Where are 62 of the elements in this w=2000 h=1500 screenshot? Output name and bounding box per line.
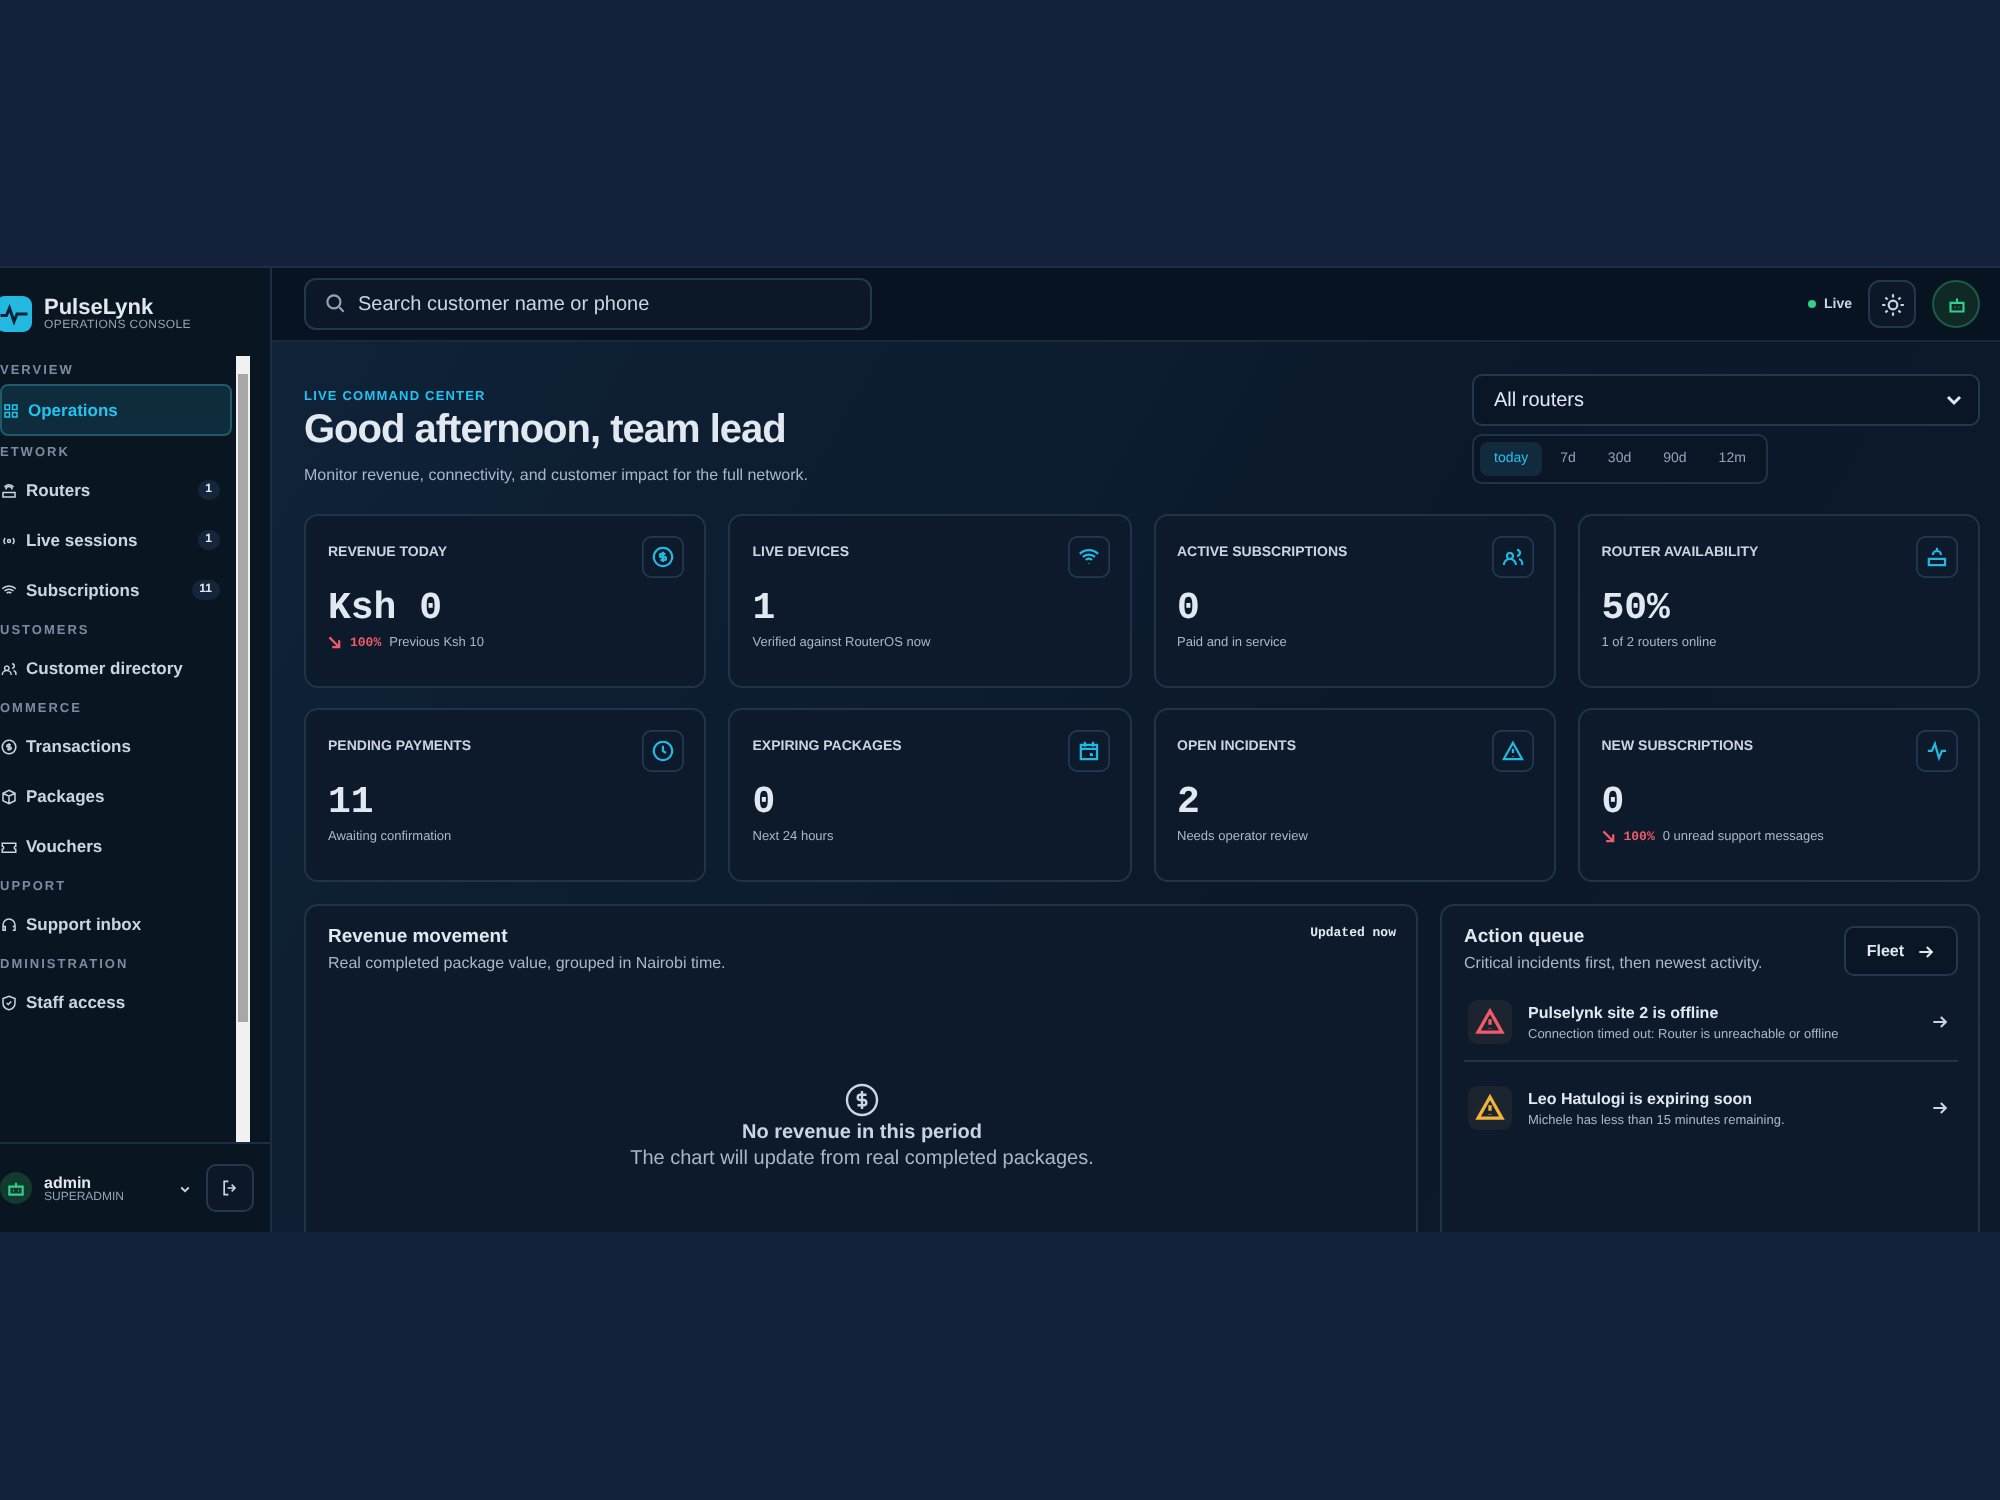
- nav-icon: [0, 481, 18, 499]
- panel-subtitle: Critical incidents first, then newest activity.: [1464, 954, 1763, 972]
- nav-item[interactable]: Transactions: [0, 722, 232, 770]
- dollar-icon: [844, 1082, 880, 1118]
- panel-title: Action queue: [1464, 926, 1587, 948]
- brand-name: PulseLynk: [44, 296, 154, 320]
- nav-item[interactable]: Customer directory: [0, 644, 232, 692]
- search-icon: [322, 290, 348, 316]
- panel-title: Revenue movement: [328, 926, 510, 948]
- metric-value: 0: [1601, 780, 1627, 824]
- arrow-right-icon: [1916, 941, 1936, 961]
- queue-item-title: Pulselynk site 2 is offline: [1528, 1003, 1721, 1021]
- nav-item[interactable]: Staff access: [0, 978, 232, 1026]
- metric-value: 50%: [1601, 586, 1672, 630]
- metric-value: 0: [1177, 586, 1202, 630]
- clock-icon: [642, 730, 685, 772]
- empty-title: No revenue in this period: [741, 1122, 983, 1144]
- sun-icon: [1879, 291, 1905, 317]
- nav-icon: [0, 581, 18, 599]
- search-field[interactable]: Search customer name or phone: [304, 278, 872, 330]
- metric-value: 2: [1177, 780, 1202, 824]
- pulse-logo-icon: [0, 292, 32, 336]
- nav-icon: [0, 993, 18, 1011]
- router-icon: [1916, 536, 1958, 578]
- pulse-icon: [1916, 730, 1958, 772]
- nav-icon: [0, 837, 18, 855]
- nav-icon: [2, 401, 20, 419]
- nav-icon: [0, 659, 18, 677]
- logout-button[interactable]: [206, 1164, 254, 1212]
- queue-item-title: Leo Hatulogi is expiring soon: [1528, 1089, 1755, 1107]
- page-title: Good afternoon, team lead: [304, 408, 788, 454]
- down-arrow-icon: [1601, 830, 1616, 844]
- calendar-icon: [1067, 730, 1109, 772]
- metric-value: Ksh 0: [328, 586, 445, 630]
- arrow-right-icon: [1930, 1012, 1950, 1032]
- nav-item[interactable]: Vouchers: [0, 822, 232, 870]
- metric-value: 0: [752, 780, 778, 824]
- theme-toggle-button[interactable]: [1868, 280, 1916, 328]
- logout-icon: [220, 1176, 240, 1200]
- nav-item[interactable]: Packages: [0, 772, 232, 820]
- wifi-icon: [1067, 536, 1109, 578]
- profile-button[interactable]: [1932, 280, 1980, 328]
- nav-icon: [0, 737, 18, 755]
- dollar-icon: [642, 536, 685, 578]
- metric-value: 11: [328, 780, 376, 824]
- nav-item[interactable]: Support inbox: [0, 900, 232, 948]
- arrow-right-icon: [1930, 1098, 1950, 1118]
- nav-icon: [0, 915, 18, 933]
- fleet-button[interactable]: Fleet: [1844, 926, 1958, 976]
- warning-icon: [1491, 730, 1534, 772]
- empty-text: The chart will update from real completed packages.: [630, 1148, 1094, 1170]
- panel-subtitle: Real completed package value, grouped in Nairobi time.: [328, 954, 726, 972]
- scrollbar[interactable]: [236, 356, 250, 1142]
- page-subtitle: Monitor revenue, connectivity, and customer impact for the full network.: [304, 466, 808, 484]
- router-select[interactable]: All routers: [1472, 374, 1980, 426]
- robot-avatar-icon: [0, 1166, 32, 1210]
- down-arrow-icon: [328, 636, 342, 650]
- nav-icon: [0, 787, 18, 805]
- metric-value: 1: [752, 586, 778, 630]
- user-name: admin: [44, 1173, 94, 1191]
- nav-item[interactable]: Operations: [0, 384, 232, 436]
- people-icon: [1491, 536, 1534, 578]
